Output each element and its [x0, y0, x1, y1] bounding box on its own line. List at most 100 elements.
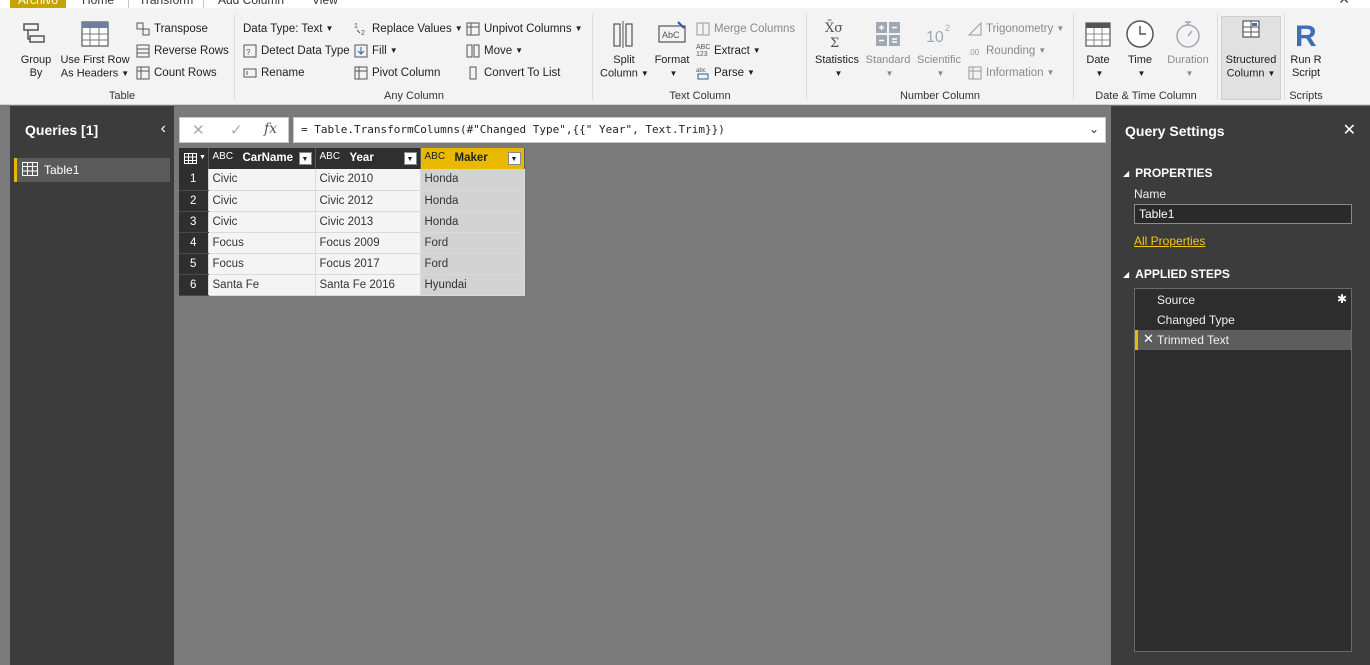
statistics-button[interactable]: X̄σ Σ Statistics ▼: [814, 18, 860, 80]
close-icon[interactable]: ✕: [1338, 0, 1350, 8]
table-cell[interactable]: Focus: [208, 253, 316, 275]
ribbon-tab-bar: Archivo Home Transform Add Column View ✕: [0, 0, 1370, 8]
rename-button[interactable]: Rename: [243, 64, 304, 82]
date-button[interactable]: Date ▼: [1081, 18, 1115, 80]
table-cell[interactable]: Santa Fe 2016: [315, 274, 421, 296]
count-rows-button[interactable]: Count Rows: [136, 64, 217, 82]
table-cell[interactable]: Civic: [208, 211, 316, 233]
close-icon[interactable]: ✕: [1343, 120, 1356, 140]
information-button[interactable]: Information ▼: [968, 64, 1054, 82]
gear-icon[interactable]: ✱: [1337, 292, 1347, 306]
table-cell[interactable]: Ford: [420, 253, 525, 275]
replace-values-button[interactable]: 1 2 Replace Values ▼: [354, 20, 463, 38]
table-cell[interactable]: Focus: [208, 232, 316, 254]
query-item-table1[interactable]: Table1: [14, 158, 170, 182]
step-trimmed-text[interactable]: ✕ Trimmed Text: [1135, 330, 1351, 350]
table-cell[interactable]: Honda: [420, 190, 525, 212]
data-type-dropdown[interactable]: Data Type: Text ▼: [243, 20, 333, 38]
formula-input[interactable]: = Table.TransformColumns(#"Changed Type"…: [293, 117, 1106, 143]
table-icon: [22, 162, 38, 176]
reverse-rows-button[interactable]: Reverse Rows: [136, 42, 229, 60]
text-type-icon[interactable]: ABC: [425, 151, 446, 162]
column-filter-icon[interactable]: ▼: [298, 152, 312, 165]
structured-column-label-1: Structured: [1225, 54, 1277, 66]
table-cell[interactable]: Honda: [420, 211, 525, 233]
fill-button[interactable]: Fill ▼: [354, 42, 398, 60]
table-cell[interactable]: Civic 2010: [315, 169, 421, 191]
convert-to-list-button[interactable]: Convert To List: [466, 64, 561, 82]
group-by-button[interactable]: Group By: [18, 18, 54, 80]
structured-column-label-2: Column: [1226, 67, 1265, 80]
checkmark-icon[interactable]: ✓: [230, 121, 243, 139]
svg-text:2: 2: [945, 23, 950, 33]
chevron-down-icon[interactable]: ⌄: [1089, 122, 1099, 136]
rename-label: Rename: [261, 67, 305, 79]
delete-step-icon[interactable]: ✕: [1143, 331, 1154, 347]
tab-view[interactable]: View: [302, 0, 348, 8]
merge-columns-button[interactable]: Merge Columns: [696, 20, 795, 38]
table-row: 6 Santa Fe Santa Fe 2016 Hyundai: [179, 274, 525, 296]
svg-text:2: 2: [361, 30, 365, 36]
pivot-column-button[interactable]: Pivot Column: [354, 64, 440, 82]
format-button[interactable]: AbC Format ▼: [652, 18, 692, 80]
standard-button[interactable]: Standard ▼: [864, 18, 912, 80]
extract-button[interactable]: ABC 123 Extract ▼: [696, 42, 761, 60]
step-source[interactable]: Source ✱: [1135, 290, 1351, 310]
column-filter-icon[interactable]: ▼: [403, 152, 417, 165]
row-number[interactable]: 5: [179, 253, 209, 275]
table-cell[interactable]: Civic: [208, 169, 316, 191]
transpose-button[interactable]: Transpose: [136, 20, 208, 38]
row-number[interactable]: 1: [179, 169, 209, 191]
detect-data-type-button[interactable]: ? Detect Data Type: [243, 42, 350, 60]
column-header-maker[interactable]: ABC Maker ▼: [420, 148, 525, 169]
rounding-button[interactable]: .00 Rounding ▼: [968, 42, 1046, 60]
row-number[interactable]: 6: [179, 274, 209, 296]
table-cell[interactable]: Ford: [420, 232, 525, 254]
properties-section-title[interactable]: ◢ PROPERTIES: [1123, 166, 1213, 180]
cancel-icon[interactable]: ✕: [192, 121, 205, 139]
all-properties-link[interactable]: All Properties: [1134, 234, 1205, 248]
table-cell[interactable]: Focus 2009: [315, 232, 421, 254]
run-r-script-button[interactable]: R Run R Script: [1286, 18, 1326, 80]
tab-home[interactable]: Home: [72, 0, 124, 8]
parse-button[interactable]: abc Parse ▼: [696, 64, 755, 82]
standard-label: Standard: [865, 54, 911, 66]
query-name-field[interactable]: [1134, 204, 1352, 224]
use-first-row-button[interactable]: Use First Row As Headers ▼: [60, 18, 130, 80]
ribbon-divider: [1073, 14, 1074, 100]
scientific-button[interactable]: 10 2 Scientific ▼: [914, 18, 964, 80]
tab-file[interactable]: Archivo: [10, 0, 66, 8]
table-cell[interactable]: Civic 2013: [315, 211, 421, 233]
column-header-carname[interactable]: ABC CarName ▼: [208, 148, 316, 169]
chevron-left-icon[interactable]: ‹: [161, 120, 166, 138]
table-cell[interactable]: Hyundai: [420, 274, 525, 296]
table-cell[interactable]: Focus 2017: [315, 253, 421, 275]
move-button[interactable]: Move ▼: [466, 42, 523, 60]
table-cell[interactable]: Civic: [208, 190, 316, 212]
step-changed-type[interactable]: Changed Type: [1135, 310, 1351, 330]
text-type-icon[interactable]: ABC: [213, 151, 234, 162]
table-cell[interactable]: Honda: [420, 169, 525, 191]
trigonometry-button[interactable]: Trigonometry ▼: [967, 20, 1064, 38]
duration-button[interactable]: Duration ▼: [1163, 18, 1213, 80]
applied-steps-section-title[interactable]: ◢ APPLIED STEPS: [1123, 267, 1230, 281]
row-number[interactable]: 3: [179, 211, 209, 233]
text-type-icon[interactable]: ABC: [320, 151, 341, 162]
table-menu-button[interactable]: ▼: [179, 148, 209, 169]
tab-add-column[interactable]: Add Column: [208, 0, 294, 8]
structured-column-button[interactable]: Structured Column ▼: [1221, 18, 1281, 80]
tab-transform[interactable]: Transform: [128, 0, 205, 8]
table-cell[interactable]: Civic 2012: [315, 190, 421, 212]
table-cell[interactable]: Santa Fe: [208, 274, 316, 296]
time-button[interactable]: Time ▼: [1123, 18, 1157, 80]
split-column-button[interactable]: Split Column ▼: [600, 18, 649, 80]
run-r-script-label-1: Run R: [1290, 54, 1322, 66]
convert-to-list-label: Convert To List: [484, 67, 561, 79]
column-header-year[interactable]: ABC Year ▼: [315, 148, 421, 169]
column-filter-icon[interactable]: ▼: [507, 152, 521, 165]
fx-icon[interactable]: fx: [264, 121, 277, 137]
unpivot-columns-button[interactable]: Unpivot Columns ▼: [466, 20, 583, 38]
row-number[interactable]: 2: [179, 190, 209, 212]
row-number[interactable]: 4: [179, 232, 209, 254]
svg-text:?: ?: [246, 48, 251, 57]
